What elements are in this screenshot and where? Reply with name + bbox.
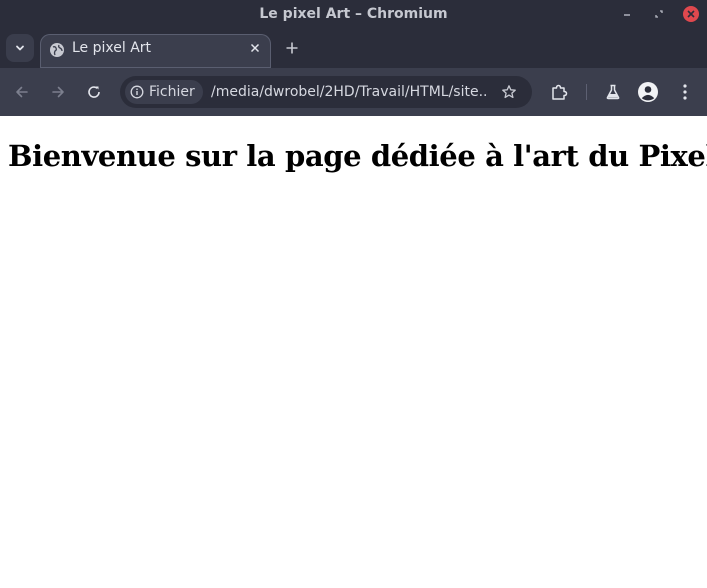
close-icon xyxy=(687,10,695,18)
avatar-icon xyxy=(638,82,658,102)
labs-button[interactable] xyxy=(602,81,624,103)
tab-le-pixel-art[interactable]: Le pixel Art xyxy=(40,34,271,68)
close-window-button[interactable] xyxy=(683,6,699,22)
minimize-button[interactable] xyxy=(619,6,635,22)
puzzle-icon xyxy=(552,84,568,100)
tab-strip: Le pixel Art xyxy=(0,28,707,68)
chevron-down-icon xyxy=(16,45,24,51)
toolbar-divider xyxy=(586,84,587,100)
menu-button[interactable] xyxy=(674,81,696,103)
url-text[interactable]: /media/dwrobel/2HD/Travail/HTML/site... xyxy=(211,76,486,108)
maximize-icon xyxy=(655,10,663,18)
close-icon xyxy=(250,43,260,53)
star-icon xyxy=(502,85,516,99)
title-bar: Le pixel Art – Chromium xyxy=(0,0,707,28)
maximize-button[interactable] xyxy=(651,6,667,22)
tab-search-button[interactable] xyxy=(6,34,34,62)
globe-icon xyxy=(50,43,64,57)
plus-icon xyxy=(286,42,298,54)
tab-title: Le pixel Art xyxy=(72,40,152,56)
window-title: Le pixel Art – Chromium xyxy=(259,6,448,22)
profile-button[interactable] xyxy=(637,81,659,103)
page-heading: Bienvenue sur la page dédiée à l'art du … xyxy=(8,139,707,173)
address-bar[interactable]: Fichier /media/dwrobel/2HD/Travail/HTML/… xyxy=(120,76,532,108)
page-content: Bienvenue sur la page dédiée à l'art du … xyxy=(0,117,707,588)
kebab-menu-icon xyxy=(683,84,687,100)
bookmark-button[interactable] xyxy=(500,83,518,101)
arrow-right-icon xyxy=(52,86,64,98)
reload-button[interactable] xyxy=(82,80,106,104)
back-button[interactable] xyxy=(10,80,34,104)
reload-icon xyxy=(88,86,100,98)
browser-window: Le pixel Art – Chromium Le pixel Art Fic… xyxy=(0,0,707,588)
info-icon xyxy=(130,85,144,99)
site-chip-label: Fichier xyxy=(149,84,195,100)
flask-icon xyxy=(606,84,620,100)
site-info-chip[interactable]: Fichier xyxy=(125,80,203,104)
extensions-button[interactable] xyxy=(548,81,570,103)
minimize-icon xyxy=(624,14,630,16)
tab-close-button[interactable] xyxy=(247,40,263,56)
forward-button[interactable] xyxy=(46,80,70,104)
new-tab-button[interactable] xyxy=(282,38,302,58)
arrow-left-icon xyxy=(16,86,28,98)
toolbar: Fichier /media/dwrobel/2HD/Travail/HTML/… xyxy=(0,68,707,116)
